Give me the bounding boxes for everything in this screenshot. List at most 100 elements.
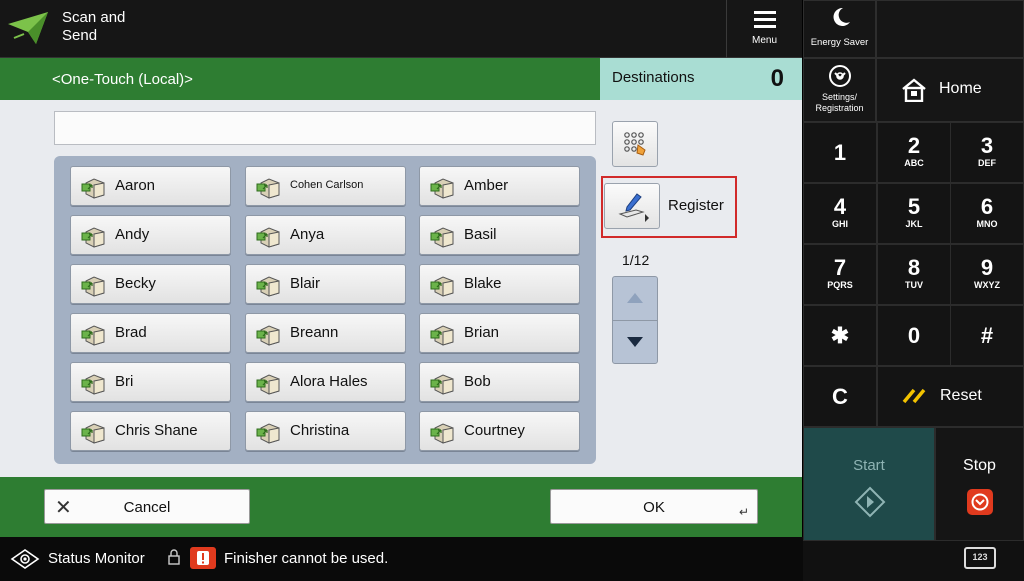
keypad-input-button[interactable] (612, 121, 658, 167)
list-title: <One-Touch (Local)> (52, 71, 193, 88)
key-digit: 5 (907, 194, 921, 219)
menu-button[interactable]: Menu (726, 0, 802, 58)
destination-entry[interactable]: Courtney (419, 411, 580, 451)
keypad-key[interactable]: 1 (803, 122, 877, 183)
start-icon (854, 486, 886, 518)
energy-saver-button[interactable]: Energy Saver (803, 0, 876, 58)
clear-key[interactable]: C (803, 366, 877, 427)
ok-label: OK (643, 499, 665, 516)
key-letters: WXYZ (974, 280, 1000, 290)
file-server-icon (256, 325, 280, 346)
key-digit: 9 (980, 255, 994, 280)
keypad-key[interactable]: 5 JKL (877, 183, 951, 244)
keypad-key[interactable]: ✱ (803, 305, 877, 366)
destination-name: Amber (464, 177, 509, 194)
destination-entry[interactable]: Chris Shane (70, 411, 231, 451)
keypad-hand-icon (624, 132, 646, 156)
alert-icon (190, 547, 216, 569)
key-letters: JKL (905, 219, 923, 229)
destination-name: Andy (115, 226, 150, 243)
destination-entry[interactable]: Alora Hales (245, 362, 406, 402)
destinations-label: Destinations (612, 69, 695, 86)
key-letters: PQRS (827, 280, 853, 290)
keyboard-icon[interactable]: 123 (964, 547, 996, 569)
home-label: Home (939, 80, 982, 97)
destination-name: Bob (464, 373, 491, 390)
destination-entry[interactable]: Blair (245, 264, 406, 304)
status-monitor-icon[interactable] (10, 548, 40, 570)
destination-name: Christina (290, 422, 350, 439)
destination-entry[interactable]: Andy (70, 215, 231, 255)
key-digit: 1 (833, 140, 847, 165)
destination-entry[interactable]: Anya (245, 215, 406, 255)
page-up-button[interactable] (613, 277, 657, 320)
keypad-key[interactable]: 7 PQRS (803, 244, 877, 305)
destination-name: Becky (115, 275, 156, 292)
file-server-icon (256, 423, 280, 444)
key-digit: 2 (907, 133, 921, 158)
file-server-icon (81, 374, 105, 395)
settings-registration-button[interactable]: Settings/ Registration (803, 58, 876, 122)
key-letters: DEF (978, 158, 996, 168)
status-message: Finisher cannot be used. (224, 550, 389, 567)
keypad-key[interactable]: 8 TUV (877, 244, 951, 305)
destinations-bar[interactable]: Destinations 0 (600, 58, 802, 100)
settings-label: Settings/ Registration (815, 92, 864, 113)
keypad-key[interactable]: 6 MNO (950, 183, 1024, 244)
cancel-button[interactable]: ✕ Cancel (44, 489, 250, 524)
reset-button[interactable]: Reset (877, 366, 1024, 427)
page-scroller (612, 276, 658, 364)
home-button[interactable]: Home (876, 58, 1024, 122)
key-letters: GHI (831, 219, 848, 229)
destination-name: Breann (290, 324, 339, 341)
destination-entry[interactable]: Basil (419, 215, 580, 255)
key-digit: 8 (907, 255, 921, 280)
destination-name: Blair (290, 275, 321, 292)
destination-entry[interactable]: Brad (70, 313, 231, 353)
start-button[interactable]: Start (803, 427, 935, 541)
stop-button[interactable]: Stop (935, 427, 1024, 541)
status-monitor-label[interactable]: Status Monitor (48, 550, 145, 567)
destination-name: Cohen Carlson (290, 179, 364, 191)
key-digit: ✱ (830, 323, 850, 348)
destination-entry[interactable]: Breann (245, 313, 406, 353)
keypad-key[interactable]: # (950, 305, 1024, 366)
file-server-icon (81, 276, 105, 297)
destination-entry[interactable]: Blake (419, 264, 580, 304)
destination-entry[interactable]: Cohen Carlson (245, 166, 406, 206)
file-server-icon (430, 227, 454, 248)
destination-entry[interactable]: Bri (70, 362, 231, 402)
energy-saver-label: Energy Saver (810, 37, 869, 48)
register-button[interactable] (604, 183, 660, 229)
destination-entry[interactable]: Bob (419, 362, 580, 402)
page-down-button[interactable] (613, 320, 657, 363)
enter-icon: ↵ (738, 505, 749, 519)
blank-panel (876, 0, 1024, 58)
destination-name: Chris Shane (115, 422, 198, 439)
file-server-icon (430, 178, 454, 199)
control-panel: Energy Saver Settings/ Registration Home… (803, 0, 1024, 581)
file-server-icon (81, 227, 105, 248)
menu-label: Menu (751, 35, 777, 46)
destination-name: Anya (290, 226, 325, 243)
file-server-icon (256, 374, 280, 395)
destination-entry[interactable]: Christina (245, 411, 406, 451)
clear-label: C (832, 384, 848, 409)
destination-entry[interactable]: Brian (419, 313, 580, 353)
key-digit: # (980, 323, 994, 348)
top-bar: Scan and Send Menu (0, 0, 802, 58)
search-field[interactable] (54, 111, 596, 145)
keypad-key[interactable]: 0 (877, 305, 951, 366)
destination-entry[interactable]: Aaron (70, 166, 231, 206)
stop-icon (967, 489, 993, 515)
keypad-key[interactable]: 3 DEF (950, 122, 1024, 183)
destination-entry[interactable]: Amber (419, 166, 580, 206)
reset-icon (902, 388, 926, 404)
keypad-key[interactable]: 4 GHI (803, 183, 877, 244)
start-label: Start (853, 457, 885, 474)
ok-button[interactable]: OK ↵ (550, 489, 758, 524)
destination-name: Blake (464, 275, 502, 292)
keypad-key[interactable]: 9 WXYZ (950, 244, 1024, 305)
destination-entry[interactable]: Becky (70, 264, 231, 304)
keypad-key[interactable]: 2 ABC (877, 122, 951, 183)
